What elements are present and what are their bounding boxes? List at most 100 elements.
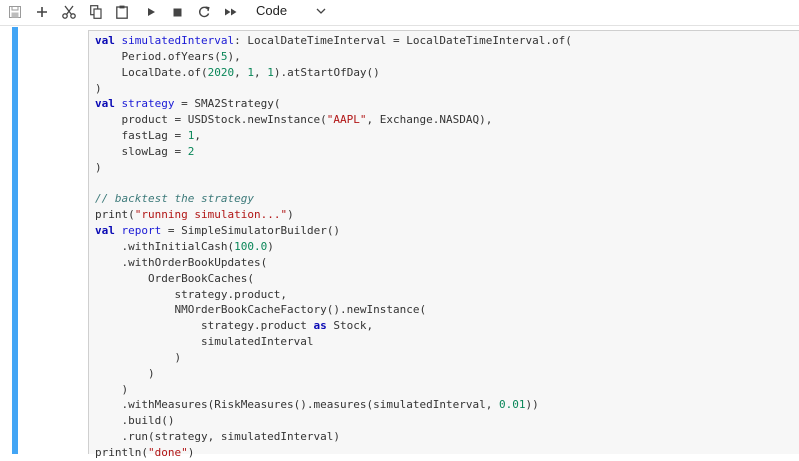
code-token: )	[187, 445, 195, 459]
code-token: as	[313, 319, 327, 333]
code-token: .build()	[95, 414, 175, 428]
code-token: LocalDate.of(	[95, 65, 208, 79]
code-line[interactable]: // backtest the strategy	[95, 192, 254, 205]
code-token: )	[95, 160, 102, 174]
insert-cell-button[interactable]	[34, 2, 50, 22]
code-line[interactable]: NMOrderBookCacheFactory().newInstance(	[95, 303, 426, 316]
save-button[interactable]	[6, 2, 24, 22]
code-token: Period.ofYears(	[95, 49, 221, 63]
code-line[interactable]: val strategy = SMA2Strategy(	[95, 97, 280, 110]
code-token: OrderBookCaches(	[95, 271, 254, 285]
code-line[interactable]: .withMeasures(RiskMeasures().measures(si…	[95, 398, 538, 412]
code-token: ,	[194, 129, 201, 143]
code-token: : LocalDateTimeInterval = LocalDateTimeI…	[234, 34, 572, 47]
code-token: 1	[247, 65, 254, 79]
code-token: .withInitialCash(	[95, 239, 235, 253]
play-icon	[147, 8, 155, 16]
code-token: 2020	[207, 65, 235, 79]
code-token: Stock,	[326, 319, 374, 333]
code-token: )	[267, 239, 274, 253]
code-token: .run(strategy, simulatedInterval)	[95, 430, 341, 444]
code-line[interactable]: Period.ofYears(5),	[95, 49, 240, 63]
restart-run-all-button[interactable]	[222, 2, 240, 22]
fast-forward-icon	[225, 8, 237, 16]
code-editor[interactable]: val simulatedInterval: LocalDateTimeInte…	[88, 30, 799, 459]
code-token: = SimpleSimulatorBuilder()	[161, 224, 341, 238]
code-token: product = USDStock.newInstance(	[95, 113, 327, 127]
code-token: ,	[253, 65, 268, 79]
code-line[interactable]: strategy.product as Stock,	[95, 319, 373, 332]
chevron-down-icon[interactable]	[316, 5, 326, 17]
code-line[interactable]: print("running simulation...")	[95, 208, 294, 221]
code-line[interactable]: val report = SimpleSimulatorBuilder()	[95, 224, 340, 237]
code-line[interactable]: slowLag = 2	[95, 145, 194, 158]
code-line[interactable]: fastLag = 1,	[95, 129, 201, 143]
code-line[interactable]: )	[95, 82, 102, 95]
scissors-icon	[62, 5, 76, 19]
code-line[interactable]: .run(strategy, simulatedInterval)	[95, 430, 340, 443]
code-line[interactable]: OrderBookCaches(	[95, 272, 254, 285]
code-token: ).atStartOfDay()	[273, 65, 380, 79]
code-token: )	[95, 350, 182, 364]
code-token: 2	[187, 144, 195, 158]
code-token: )	[95, 366, 155, 380]
restart-button[interactable]	[196, 2, 212, 22]
code-token: , Exchange.NASDAQ),	[366, 113, 493, 127]
restart-icon	[199, 6, 210, 18]
code-text[interactable]: val simulatedInterval: LocalDateTimeInte…	[95, 33, 572, 461]
cut-button[interactable]	[60, 2, 78, 22]
code-token: )	[287, 208, 294, 222]
code-token: strategy.product	[95, 319, 314, 333]
code-token: report	[121, 224, 162, 238]
code-line[interactable]: .build()	[95, 414, 174, 427]
code-token: ,	[234, 65, 248, 79]
code-line[interactable]: println("done")	[95, 446, 194, 459]
clipboard-icon	[116, 5, 128, 19]
code-token: 100.0	[234, 239, 268, 253]
paste-button[interactable]	[114, 2, 130, 22]
stop-icon	[173, 8, 181, 16]
code-token: 0.01	[498, 398, 526, 412]
code-token: fastLag =	[95, 129, 188, 143]
code-line[interactable]: product = USDStock.newInstance("AAPL", E…	[95, 113, 492, 126]
code-line[interactable]: strategy.product,	[95, 288, 287, 301]
run-button[interactable]	[144, 2, 158, 22]
code-line[interactable]: simulatedInterval	[95, 335, 314, 348]
code-token: "done"	[147, 445, 188, 459]
code-token: .withMeasures(RiskMeasures().measures(si…	[95, 398, 499, 412]
copy-button[interactable]	[88, 2, 104, 22]
code-line[interactable]: .withOrderBookUpdates(	[95, 256, 267, 269]
active-cell-indicator	[12, 27, 18, 454]
notebook-toolbar: Code	[0, 0, 799, 26]
code-line[interactable]: .withInitialCash(100.0)	[95, 239, 274, 253]
interrupt-button[interactable]	[170, 2, 184, 22]
code-token: print(	[95, 208, 135, 222]
code-line[interactable]: val simulatedInterval: LocalDateTimeInte…	[95, 34, 572, 47]
code-token: strategy	[121, 97, 175, 111]
code-line[interactable]: )	[95, 351, 181, 364]
code-cell[interactable]: val simulatedInterval: LocalDateTimeInte…	[12, 27, 799, 459]
code-line[interactable]: LocalDate.of(2020, 1, 1).atStartOfDay()	[95, 65, 380, 79]
code-token: // backtest the strategy	[95, 192, 254, 206]
code-token: "AAPL"	[326, 113, 367, 127]
code-line[interactable]: )	[95, 383, 128, 396]
code-token: slowLag =	[95, 144, 188, 158]
code-token: 1	[267, 65, 274, 79]
cell-type-select[interactable]: Code	[256, 3, 287, 18]
code-line[interactable]: )	[95, 367, 155, 380]
code-token: )	[95, 81, 102, 95]
code-token: simulatedInterval	[121, 34, 235, 47]
save-icon	[9, 6, 21, 18]
code-token: strategy.product,	[95, 287, 288, 301]
code-token: val	[95, 97, 115, 111]
code-token: val	[95, 224, 115, 238]
code-line[interactable]: )	[95, 161, 102, 174]
code-token: val	[95, 34, 115, 47]
code-token: )	[95, 382, 129, 396]
code-token: println(	[95, 445, 148, 459]
copy-icon	[90, 5, 102, 19]
code-token: NMOrderBookCacheFactory().newInstance(	[95, 303, 427, 317]
plus-icon	[37, 7, 47, 17]
